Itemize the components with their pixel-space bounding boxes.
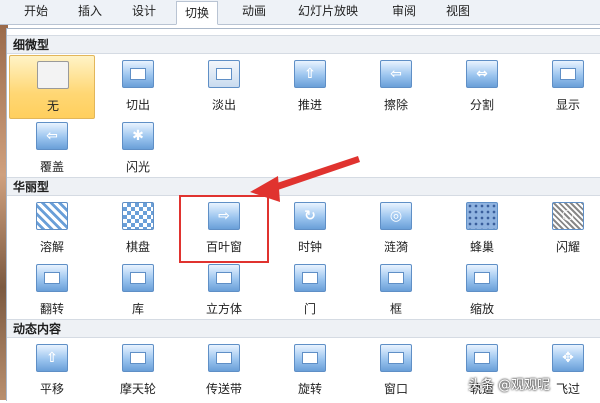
transition-blinds[interactable]: ⇨ 百叶窗 bbox=[179, 195, 269, 263]
transition-checkerboard[interactable]: 棋盘 bbox=[95, 197, 181, 261]
item-label: 门 bbox=[303, 302, 316, 316]
honeycomb-icon bbox=[466, 202, 498, 230]
item-label: 百叶窗 bbox=[205, 240, 242, 254]
transition-clock[interactable]: ↻ 时钟 bbox=[267, 197, 353, 261]
item-label: 无 bbox=[46, 99, 59, 113]
transition-zoom[interactable]: 缩放 bbox=[439, 259, 525, 323]
item-label: 推进 bbox=[297, 98, 322, 112]
transition-gallery: 细微型 无 切出 淡出 ⇧ 推进 ⇦ 擦除 ⇔ 分割 显示 ⇦ 覆盖 ✱ 闪光 … bbox=[6, 28, 600, 401]
clock-icon: ↻ bbox=[294, 202, 326, 230]
transition-orbit[interactable]: 轨道 bbox=[439, 339, 525, 403]
item-label: 溶解 bbox=[39, 240, 64, 254]
item-label: 蜂巢 bbox=[469, 240, 494, 254]
split-icon: ⇔ bbox=[466, 60, 498, 88]
item-label: 缩放 bbox=[469, 302, 494, 316]
orbit-icon bbox=[466, 344, 498, 372]
push-up-icon: ⇧ bbox=[294, 60, 326, 88]
cover-icon: ⇦ bbox=[36, 122, 68, 150]
checkerboard-icon bbox=[122, 202, 154, 230]
item-label: 摩天轮 bbox=[119, 382, 156, 396]
transition-conveyor[interactable]: 传送带 bbox=[181, 339, 267, 403]
reveal-icon bbox=[552, 60, 584, 88]
cut-icon bbox=[122, 60, 154, 88]
transition-reveal[interactable]: 显示 bbox=[525, 55, 600, 119]
item-label: 立方体 bbox=[205, 302, 242, 316]
tab-transitions[interactable]: 切换 bbox=[176, 1, 219, 25]
transition-window[interactable]: 窗口 bbox=[353, 339, 439, 403]
transition-rotate[interactable]: 旋转 bbox=[267, 339, 353, 403]
gallery-icon bbox=[122, 264, 154, 292]
item-label: 旋转 bbox=[297, 382, 322, 396]
item-label: 显示 bbox=[555, 98, 580, 112]
dissolve-icon bbox=[36, 202, 68, 230]
fly-through-icon: ✥ bbox=[552, 344, 584, 372]
ferris-wheel-icon bbox=[122, 344, 154, 372]
flash-icon: ✱ bbox=[122, 122, 154, 150]
transition-cut[interactable]: 切出 bbox=[95, 55, 181, 119]
doors-icon bbox=[294, 264, 326, 292]
flip-icon bbox=[36, 264, 68, 292]
transition-cube[interactable]: 立方体 bbox=[181, 259, 267, 323]
tab-view[interactable]: 视图 bbox=[446, 0, 470, 24]
conveyor-icon bbox=[208, 344, 240, 372]
transition-wipe[interactable]: ⇦ 擦除 bbox=[353, 55, 439, 119]
rotate-icon bbox=[294, 344, 326, 372]
item-label: 传送带 bbox=[205, 382, 242, 396]
blinds-icon: ⇨ bbox=[208, 202, 240, 230]
transition-dissolve[interactable]: 溶解 bbox=[9, 197, 95, 261]
section-header-exciting: 华丽型 bbox=[7, 177, 600, 196]
item-label: 平移 bbox=[39, 382, 64, 396]
ripple-icon: ◎ bbox=[380, 202, 412, 230]
transition-flip[interactable]: 翻转 bbox=[9, 259, 95, 323]
item-label: 框 bbox=[389, 302, 402, 316]
item-label: 翻转 bbox=[39, 302, 64, 316]
transition-honeycomb[interactable]: 蜂巢 bbox=[439, 197, 525, 261]
item-label: 涟漪 bbox=[383, 240, 408, 254]
transition-gallery-effect[interactable]: 库 bbox=[95, 259, 181, 323]
transition-doors[interactable]: 门 bbox=[267, 259, 353, 323]
tab-animations[interactable]: 动画 bbox=[242, 0, 266, 24]
item-label: 棋盘 bbox=[125, 240, 150, 254]
tab-insert[interactable]: 插入 bbox=[78, 0, 102, 24]
tab-home[interactable]: 开始 bbox=[24, 0, 48, 24]
tab-slideshow[interactable]: 幻灯片放映 bbox=[298, 0, 358, 24]
window-icon bbox=[380, 344, 412, 372]
item-label: 时钟 bbox=[297, 240, 322, 254]
item-label: 闪光 bbox=[125, 160, 150, 174]
zoom-icon bbox=[466, 264, 498, 292]
wipe-icon: ⇦ bbox=[380, 60, 412, 88]
none-icon bbox=[37, 61, 69, 89]
item-label: 窗口 bbox=[383, 382, 408, 396]
box-icon bbox=[380, 264, 412, 292]
item-label: 分割 bbox=[469, 98, 494, 112]
tab-design[interactable]: 设计 bbox=[132, 0, 156, 24]
transition-ripple[interactable]: ◎ 涟漪 bbox=[353, 197, 439, 261]
cube-icon bbox=[208, 264, 240, 292]
pan-up-icon: ⇧ bbox=[36, 344, 68, 372]
section-header-subtle: 细微型 bbox=[7, 35, 600, 54]
transition-box[interactable]: 框 bbox=[353, 259, 439, 323]
section-header-dynamic: 动态内容 bbox=[7, 319, 600, 338]
ribbon-tabs: 开始 插入 设计 切换 动画 幻灯片放映 审阅 视图 bbox=[0, 0, 600, 25]
fade-icon bbox=[208, 60, 240, 88]
transition-cover[interactable]: ⇦ 覆盖 bbox=[9, 117, 95, 181]
item-label: 切出 bbox=[125, 98, 150, 112]
item-label: 库 bbox=[131, 302, 144, 316]
transition-none[interactable]: 无 bbox=[9, 55, 95, 119]
transition-fly-through[interactable]: ✥ 飞过 bbox=[525, 339, 600, 403]
glitter-icon: ⬡ bbox=[552, 202, 584, 230]
tab-review[interactable]: 审阅 bbox=[392, 0, 416, 24]
transition-push[interactable]: ⇧ 推进 bbox=[267, 55, 353, 119]
watermark: 头条 @观观呢 bbox=[468, 378, 551, 393]
transition-ferris-wheel[interactable]: 摩天轮 bbox=[95, 339, 181, 403]
transition-pan[interactable]: ⇧ 平移 bbox=[9, 339, 95, 403]
transition-fade[interactable]: 淡出 bbox=[181, 55, 267, 119]
item-label: 擦除 bbox=[383, 98, 408, 112]
transition-split[interactable]: ⇔ 分割 bbox=[439, 55, 525, 119]
item-label: 淡出 bbox=[211, 98, 236, 112]
item-label: 闪耀 bbox=[555, 240, 580, 254]
transition-flash[interactable]: ✱ 闪光 bbox=[95, 117, 181, 181]
item-label: 覆盖 bbox=[39, 160, 64, 174]
transition-glitter[interactable]: ⬡ 闪耀 bbox=[525, 197, 600, 261]
